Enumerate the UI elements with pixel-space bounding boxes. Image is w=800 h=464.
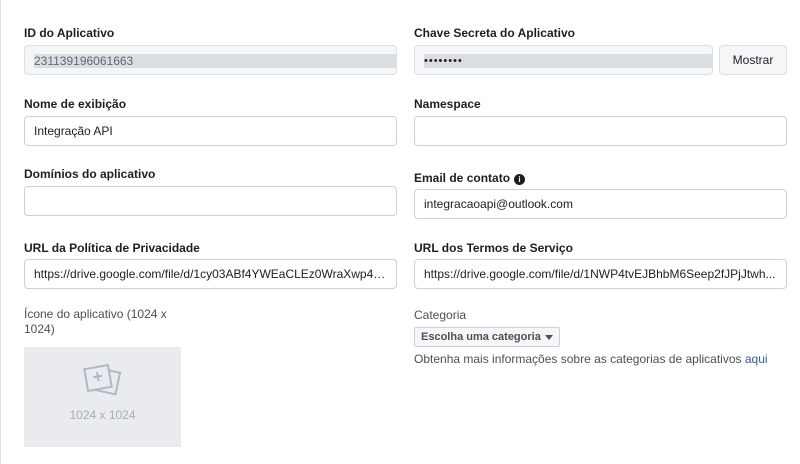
display-name-label: Nome de exibição bbox=[24, 97, 127, 111]
display-name-input[interactable]: Integração API bbox=[24, 116, 397, 146]
privacy-policy-url-input[interactable]: https://drive.google.com/file/d/1cy03ABf… bbox=[24, 259, 397, 289]
app-secret-field[interactable]: •••••••• bbox=[414, 45, 713, 75]
category-dropdown[interactable]: Escolha uma categoria bbox=[414, 327, 560, 347]
app-secret-value: •••••••• bbox=[424, 53, 712, 68]
privacy-policy-url-label: URL da Política de Privacidade bbox=[24, 241, 200, 255]
image-placeholder-icon bbox=[83, 363, 122, 396]
chevron-down-icon bbox=[544, 334, 553, 340]
app-icon-label: Ícone do aplicativo (1024 x 1024) bbox=[24, 307, 167, 336]
app-basic-settings-form: ID do Aplicativo 231139196061663 Chave S… bbox=[0, 0, 800, 464]
terms-url-label: URL dos Termos de Serviço bbox=[414, 241, 573, 255]
category-help-text: Obtenha mais informações sobre as catego… bbox=[414, 352, 742, 366]
contact-email-label-wrap: Email de contato i bbox=[414, 171, 526, 185]
app-domains-label: Domínios do aplicativo bbox=[24, 167, 156, 181]
app-id-label: ID do Aplicativo bbox=[24, 26, 115, 40]
app-id-value: 231139196061663 bbox=[34, 53, 396, 68]
app-secret-label: Chave Secreta do Aplicativo bbox=[414, 26, 575, 40]
namespace-input[interactable] bbox=[414, 116, 787, 146]
contact-email-label: Email de contato bbox=[414, 171, 511, 185]
show-secret-button[interactable]: Mostrar bbox=[719, 45, 787, 75]
category-label: Categoria bbox=[414, 308, 467, 322]
app-domains-input[interactable] bbox=[24, 186, 397, 216]
app-icon-size-text: 1024 x 1024 bbox=[69, 408, 136, 422]
category-help: Obtenha mais informações sobre as catego… bbox=[414, 352, 768, 366]
contact-email-input[interactable]: integracaoapi@outlook.com bbox=[414, 189, 787, 219]
info-icon[interactable]: i bbox=[514, 174, 526, 185]
app-id-field[interactable]: 231139196061663 bbox=[24, 45, 397, 75]
category-help-link[interactable]: aqui bbox=[745, 352, 768, 366]
app-icon-upload[interactable]: 1024 x 1024 bbox=[24, 347, 181, 447]
category-dropdown-label: Escolha uma categoria bbox=[421, 331, 541, 343]
namespace-label: Namespace bbox=[414, 97, 481, 111]
terms-url-input[interactable]: https://drive.google.com/file/d/1NWP4tvE… bbox=[414, 259, 787, 289]
